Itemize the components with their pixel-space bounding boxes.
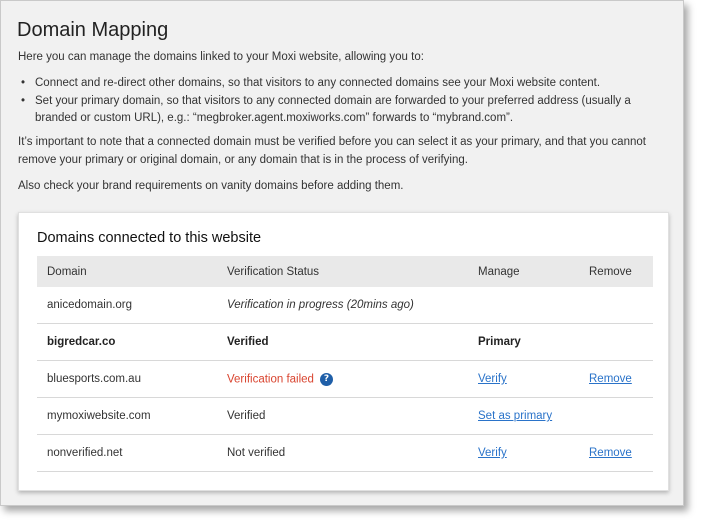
remove-cell [579,323,653,361]
column-header-remove: Remove [579,256,653,287]
help-icon[interactable]: ? [319,372,333,386]
feature-item: • Connect and re-direct other domains, so… [18,75,668,93]
feature-list: • Connect and re-direct other domains, so… [18,75,668,128]
remove-link[interactable]: Remove [589,447,632,459]
status-failed-text: Verification failed [227,373,314,386]
column-header-status: Verification Status [217,256,468,287]
remove-link[interactable]: Remove [589,373,632,385]
domains-card: Domains connected to this website Domain… [18,212,669,491]
page-title: Domain Mapping [17,19,169,41]
table-row: nonverified.net Not verified Verify Remo… [37,434,653,472]
remove-cell [579,287,653,324]
status-cell: Verified [217,323,468,361]
brand-note: Also check your brand requirements on va… [18,180,404,192]
domain-mapping-panel: Domain Mapping Here you can manage the d… [0,0,684,506]
status-cell: Verified [217,397,468,435]
intro-text: Here you can manage the domains linked t… [18,51,424,63]
verify-link[interactable]: Verify [478,373,507,385]
card-title: Domains connected to this website [37,230,262,246]
status-cell: Verification failed? [217,360,468,398]
verification-note: It’s important to note that a connected … [18,136,646,166]
domain-cell: bluesports.com.au [37,360,217,398]
table-row: anicedomain.org Verification in progress… [37,287,653,324]
manage-cell: Verify [468,360,579,398]
domain-cell: bigredcar.co [37,323,217,361]
status-cell: Verification in progress (20mins ago) [217,287,468,324]
manage-cell [468,287,579,324]
bullet-icon: • [21,94,26,107]
domain-cell: nonverified.net [37,434,217,472]
remove-cell: Remove [579,434,653,472]
table-row: bluesports.com.au Verification failed? V… [37,360,653,398]
domains-table: Domain Verification Status Manage Remove… [37,256,653,472]
column-header-manage: Manage [468,256,579,287]
table-row: bigredcar.co Verified Primary [37,323,653,361]
feature-item: • Set your primary domain, so that visito… [21,94,631,125]
column-header-domain: Domain [37,256,217,287]
remove-cell: Remove [579,360,653,398]
manage-cell: Verify [468,434,579,472]
status-cell: Not verified [217,434,468,472]
domain-cell: anicedomain.org [37,287,217,324]
remove-cell [579,397,653,435]
table-header-row: Domain Verification Status Manage Remove [37,256,653,287]
manage-cell: Set as primary [468,397,579,435]
set-as-primary-link[interactable]: Set as primary [478,410,552,422]
domain-cell: mymoxiwebsite.com [37,397,217,435]
table-row: mymoxiwebsite.com Verified Set as primar… [37,397,653,435]
primary-label: Primary [468,323,579,361]
bullet-icon: • [21,77,26,89]
verify-link[interactable]: Verify [478,447,507,459]
